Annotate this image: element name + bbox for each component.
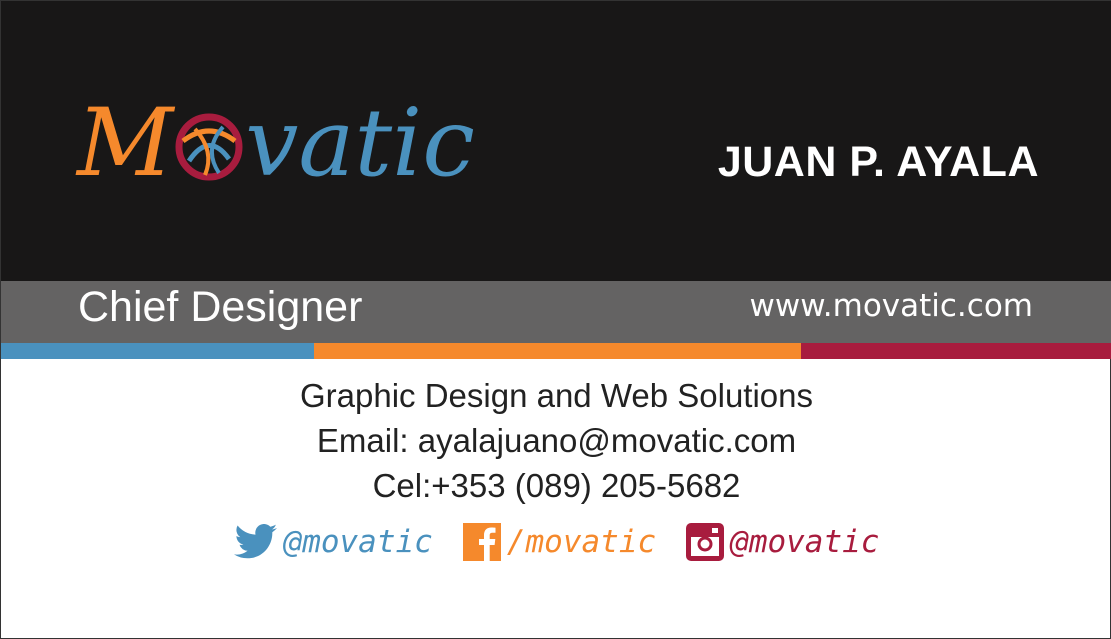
- twitter-bird-icon: [233, 524, 278, 560]
- instagram-handle: @movatic: [730, 524, 880, 560]
- email-line[interactable]: Email: ayalajuano@movatic.com: [1, 418, 1111, 463]
- color-stripe-3: [801, 343, 1111, 359]
- website-link[interactable]: www.movatic.com: [750, 288, 1033, 324]
- phone-line[interactable]: Cel:+353 (089) 205-5682: [1, 463, 1111, 508]
- job-title: Chief Designer: [78, 283, 363, 331]
- movatic-logo: M vatic: [77, 69, 537, 219]
- facebook-icon: [462, 523, 501, 561]
- twitter-handle: @movatic: [283, 524, 433, 560]
- tagline: Graphic Design and Web Solutions: [299, 377, 813, 414]
- logo-swirl-icon: [175, 75, 243, 181]
- color-stripe-2: [314, 343, 801, 359]
- person-name: JUAN P. AYALA: [717, 138, 1039, 186]
- color-stripe-1: [1, 343, 314, 359]
- instagram-icon: [686, 523, 725, 561]
- business-card: M vatic JUAN P. AYALA Chief Designer www…: [0, 0, 1111, 639]
- instagram-link[interactable]: @movatic: [686, 523, 879, 561]
- logo-letter-m: M: [77, 89, 174, 198]
- color-stripes: [1, 343, 1111, 359]
- header-panel: M vatic JUAN P. AYALA: [1, 1, 1111, 281]
- facebook-link[interactable]: /movatic: [462, 523, 657, 561]
- facebook-handle: /movatic: [506, 524, 657, 560]
- contact-details: Graphic Design and Web Solutions Email: …: [1, 373, 1111, 508]
- logo-letters-rest: vatic: [245, 89, 475, 198]
- social-links: @movatic /movatic @movatic: [1, 523, 1111, 561]
- twitter-link[interactable]: @movatic: [233, 524, 433, 560]
